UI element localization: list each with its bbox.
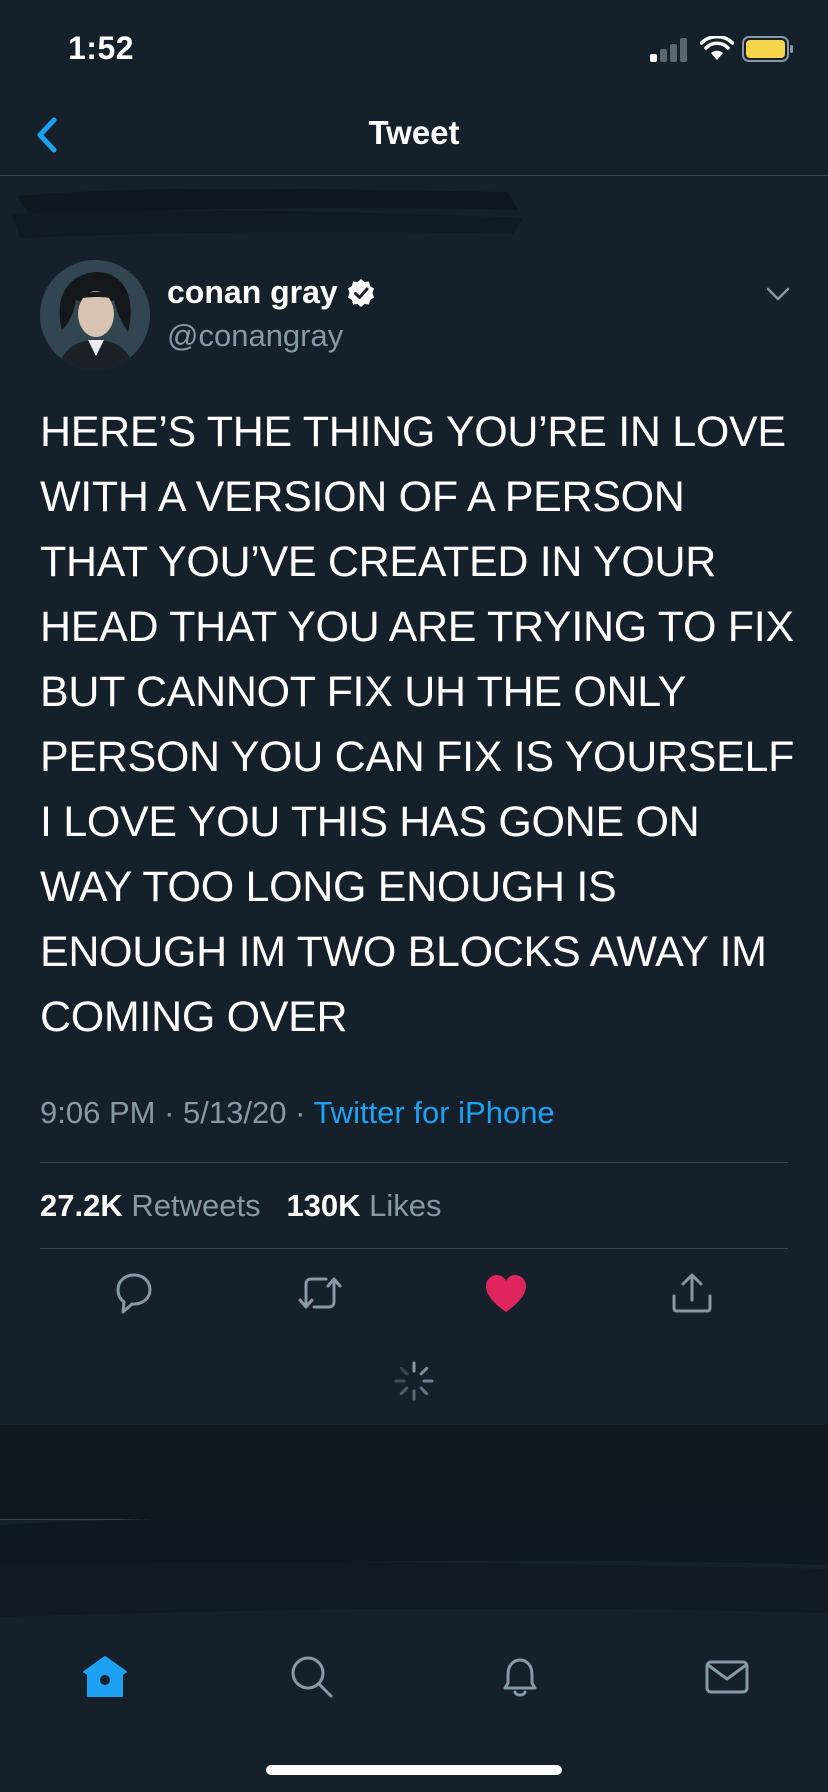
battery-icon <box>742 36 793 62</box>
verified-badge-icon <box>347 278 374 307</box>
author-name[interactable]: conan gray <box>167 274 376 311</box>
avatar[interactable] <box>40 260 150 370</box>
redaction-scribble <box>0 1515 828 1617</box>
like-icon[interactable] <box>482 1270 530 1316</box>
tweet-text: HERE’S THE THING YOU’RE IN LOVE WITH A V… <box>40 408 795 1041</box>
tweet-detail-screen: 1:52 Tweet conan gray @conangray HERE’S … <box>0 0 828 1792</box>
divider <box>40 1248 788 1249</box>
retweets-label: Retweets <box>131 1188 261 1223</box>
chevron-down-icon[interactable] <box>763 282 793 306</box>
wifi-icon <box>700 36 734 60</box>
likes-count: 130K <box>286 1188 361 1223</box>
retweets-stat[interactable]: 27.2K Retweets <box>40 1188 261 1223</box>
tweet-source-link[interactable]: Twitter for iPhone <box>313 1095 554 1130</box>
meta-separator: · <box>286 1095 314 1130</box>
meta-separator: · <box>155 1095 184 1130</box>
tweet-date: 5/13/20 <box>183 1095 287 1130</box>
tweet-time: 9:06 PM <box>40 1095 156 1130</box>
likes-stat[interactable]: 130K Likes <box>286 1188 441 1223</box>
page-title: Tweet <box>368 114 460 151</box>
divider <box>40 1162 788 1163</box>
status-bar: 1:52 <box>0 0 828 96</box>
notifications-icon[interactable] <box>495 1652 545 1702</box>
tweet-meta: 9:06 PM · 5/13/20 · Twitter for iPhone <box>40 1095 555 1131</box>
nav-header: Tweet <box>0 96 828 176</box>
author-handle[interactable]: @conangray <box>167 318 343 354</box>
engagement-counts: 27.2K Retweets 130K Likes <box>40 1188 442 1224</box>
home-indicator[interactable] <box>266 1765 562 1775</box>
loading-spinner-icon <box>394 1361 434 1401</box>
redaction-scribble <box>12 188 523 238</box>
share-icon[interactable] <box>668 1270 716 1316</box>
reply-icon[interactable] <box>110 1270 158 1316</box>
cellular-signal-icon <box>650 38 690 62</box>
author-name-text: conan gray <box>167 274 338 310</box>
messages-icon[interactable] <box>702 1652 752 1702</box>
retweet-icon[interactable] <box>296 1270 344 1316</box>
home-icon[interactable] <box>80 1652 130 1702</box>
retweets-count: 27.2K <box>40 1188 123 1223</box>
likes-label: Likes <box>369 1188 442 1223</box>
search-icon[interactable] <box>287 1652 337 1702</box>
status-time: 1:52 <box>68 30 135 66</box>
